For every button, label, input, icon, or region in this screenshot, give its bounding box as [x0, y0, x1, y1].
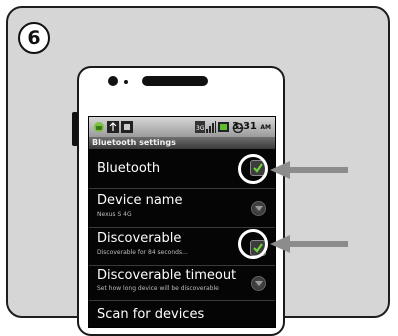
earpiece-speaker — [142, 76, 208, 86]
device-name-row[interactable]: Device name Nexus S 4G — [89, 189, 275, 228]
scan-row[interactable]: Scan for devices — [89, 301, 275, 327]
device-name-value: Nexus S 4G — [97, 211, 132, 218]
android-notification-icon — [94, 122, 104, 132]
sensor-dot-icon — [124, 80, 128, 84]
clock-time: 3:31 — [232, 121, 257, 132]
screen-title: Bluetooth settings — [92, 138, 176, 147]
battery-icon — [218, 122, 229, 132]
highlight-ring — [238, 229, 268, 259]
usb-icon — [107, 121, 119, 133]
screen-title-bar: Bluetooth settings — [89, 137, 275, 149]
side-button — [72, 112, 78, 146]
chevron-down-icon — [251, 276, 266, 291]
pointer-arrow-icon — [270, 161, 348, 179]
front-camera-icon — [108, 76, 118, 86]
discoverable-timeout-subtitle: Set how long device will be discoverable — [97, 285, 219, 292]
clock-ampm: AM — [260, 124, 271, 131]
clock: 3:31 AM — [232, 117, 271, 138]
discoverable-timeout-row[interactable]: Discoverable timeout Set how long device… — [89, 266, 275, 301]
highlight-ring — [238, 154, 268, 184]
sd-card-icon — [121, 121, 133, 133]
bluetooth-title: Bluetooth — [97, 161, 161, 176]
step-number-badge: 6 — [18, 22, 50, 54]
status-bar: 3G 3:31 AM — [89, 117, 275, 137]
signal-strength-icon — [206, 121, 216, 133]
discoverable-subtitle: Discoverable for 84 seconds... — [97, 249, 188, 256]
svg-text:3G: 3G — [196, 125, 205, 132]
discoverable-title: Discoverable — [97, 231, 182, 246]
device-name-title: Device name — [97, 193, 183, 208]
discoverable-timeout-title: Discoverable timeout — [97, 268, 237, 283]
phone-screen: 3G 3:31 AM Bluetooth settings Bluetooth … — [88, 116, 276, 328]
pointer-arrow-icon — [270, 235, 348, 253]
chevron-down-icon — [251, 201, 266, 216]
network-3g-icon: 3G — [195, 121, 205, 133]
